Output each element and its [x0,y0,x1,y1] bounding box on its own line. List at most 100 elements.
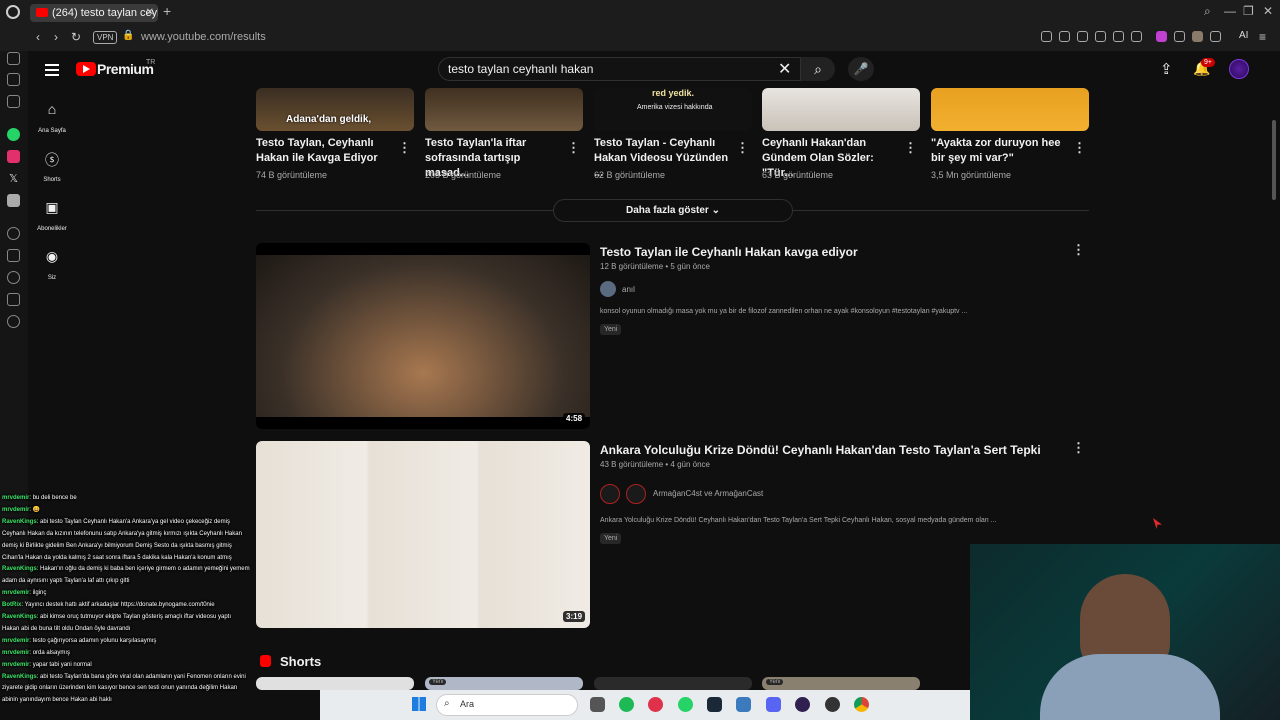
chat-text: Cihan'la Hakan da yolda kalmış 2 saat so… [2,554,232,561]
short-thumbnail[interactable]: Yeni [762,677,920,690]
chat-message: abinin yanındayım bence Hakan abi haklı [2,696,112,705]
browser-tab[interactable]: (264) testo taylan ceyhanlı ✕ [30,4,158,22]
more-actions-icon[interactable]: ⋮ [1073,140,1086,156]
hamburger-menu-icon[interactable] [45,64,59,76]
whatsapp-icon[interactable] [7,128,20,141]
vpn-badge[interactable]: VPN [93,31,118,44]
sidebar-player-icon[interactable] [7,227,20,240]
restore-icon[interactable]: ❐ [1243,4,1254,18]
more-actions-icon[interactable]: ⋮ [1072,242,1085,258]
thumbnail-caption: Adana'dan geldik, [286,114,372,125]
heart-ext-icon[interactable] [1131,31,1142,42]
search-tabs-icon[interactable]: ⌕ [1204,4,1211,19]
download-icon[interactable] [1210,31,1221,42]
url-field[interactable]: www.youtube.com/results [141,31,266,43]
sidebar-pinboard-icon[interactable] [7,73,20,86]
microphone-icon[interactable]: 🎤 [848,57,874,81]
channel-name[interactable]: anıl [622,285,635,294]
discord-taskbar-icon[interactable] [766,697,781,712]
taskbar-search-placeholder[interactable]: Ara [460,699,474,709]
spotify-icon[interactable] [619,697,634,712]
chat-message: mrvdemir: testo çağırıyorsa adamın yolun… [2,637,156,646]
premium-wordmark[interactable]: Premium [97,61,154,77]
sidebar-crypto-icon[interactable] [7,95,20,108]
channel-avatar[interactable] [626,484,646,504]
video-thumbnail[interactable] [425,88,583,131]
video-thumbnail[interactable]: Adana'dan geldik, [256,88,414,131]
forward-icon[interactable]: › [54,30,58,44]
view-count: 62 B görüntüleme [594,170,666,180]
channel-avatar[interactable] [600,281,616,297]
close-window-icon[interactable]: ✕ [1263,4,1273,18]
steam-icon[interactable] [707,697,722,712]
guide-item-shorts[interactable]: ⓢ Shorts [33,150,71,186]
more-actions-icon[interactable]: ⋮ [398,140,411,156]
taskview-icon[interactable] [590,697,605,712]
channel-name[interactable]: ArmağanC4st ve ArmağanCast [653,489,763,498]
tab-close-icon[interactable]: ✕ [146,4,154,22]
whatsapp-taskbar-icon[interactable] [678,697,693,712]
pin-ext-icon[interactable] [1059,31,1070,42]
youtube-logo-icon[interactable] [76,62,96,76]
video-thumbnail[interactable] [931,88,1089,131]
x-twitter-icon[interactable]: 𝕏 [7,172,20,185]
extensions-icon[interactable] [1174,31,1185,42]
opera-icon[interactable] [648,697,663,712]
chat-username: mrvdemir [2,506,30,513]
sidebar-clock-icon[interactable] [7,271,20,284]
more-actions-icon[interactable]: ⋮ [904,140,917,156]
obs-icon[interactable] [795,697,810,712]
guide-item-you[interactable]: ◉ Siz [33,248,71,284]
video-thumbnail[interactable] [256,243,590,429]
video-title[interactable]: "Ayakta zor duruyon hee bir şey mi var?" [931,136,1071,166]
show-more-button[interactable]: Daha fazla göster ⌄ [553,199,793,222]
channel-avatar[interactable] [600,484,620,504]
sidebar-history-icon[interactable] [7,249,20,262]
page-scrollbar[interactable] [1272,120,1276,200]
reload-icon[interactable]: ↻ [71,30,81,44]
lock-icon[interactable]: 🔒 [122,30,134,41]
chat-text: : orda alsaymış [29,649,71,656]
upload-icon[interactable]: ⇪ [1160,60,1173,78]
more-actions-icon[interactable]: ⋮ [1072,440,1085,456]
chrome-icon[interactable] [854,697,869,712]
profile-icon[interactable] [1192,31,1203,42]
more-actions-icon[interactable]: ⋮ [736,140,749,156]
video-title[interactable]: Testo Taylan ile Ceyhanlı Hakan kavga ed… [600,245,858,259]
video-title[interactable]: Ankara Yolculuğu Krize Döndü! Ceyhanlı H… [600,443,1041,457]
search-icon[interactable]: ⌕ [801,57,835,81]
new-tab-icon[interactable]: + [163,3,171,19]
clear-search-icon[interactable]: ✕ [778,59,791,79]
guide-item-home[interactable]: ⌂ Ana Sayfa [33,101,71,137]
sidebar-extensions-icon[interactable] [7,293,20,306]
shield-ext-icon[interactable] [1095,31,1106,42]
app-icon[interactable] [825,697,840,712]
taskbar-search-box[interactable] [436,694,578,716]
play-ext-icon[interactable] [1113,31,1124,42]
instagram-icon[interactable] [7,150,20,163]
screenshot-ext-icon[interactable] [1077,31,1088,42]
minimize-icon[interactable]: — [1224,4,1236,18]
video-thumbnail[interactable]: red yedik. Amerika vizesi hakkında [594,88,752,131]
guide-item-subscriptions[interactable]: ▣ Abonelikler [33,199,71,235]
short-thumbnail[interactable]: Yeni [425,677,583,690]
opera-logo-icon[interactable] [6,5,20,19]
emoji-ext-icon[interactable] [1041,31,1052,42]
avatar[interactable] [1229,59,1249,79]
video-thumbnail[interactable] [762,88,920,131]
windows-start-icon[interactable] [412,697,426,711]
more-actions-icon[interactable]: ⋮ [567,140,580,156]
twitch-ext-icon[interactable] [1156,31,1167,42]
sidebar-wallet-icon[interactable] [7,52,20,65]
menu-icon[interactable]: ≡ [1259,30,1266,44]
short-thumbnail[interactable] [594,677,752,690]
video-title[interactable]: Testo Taylan, Ceyhanlı Hakan ile Kavga E… [256,136,396,166]
settings-app-icon[interactable] [736,697,751,712]
back-icon[interactable]: ‹ [36,30,40,44]
search-input[interactable]: testo taylan ceyhanlı hakan [448,62,593,76]
discord-icon[interactable] [7,194,20,207]
streamer-hoodie [1040,654,1220,720]
thumbnail-caption: red yedik. [652,88,695,98]
ai-button[interactable]: AI [1239,30,1248,41]
sidebar-settings-icon[interactable] [7,315,20,328]
